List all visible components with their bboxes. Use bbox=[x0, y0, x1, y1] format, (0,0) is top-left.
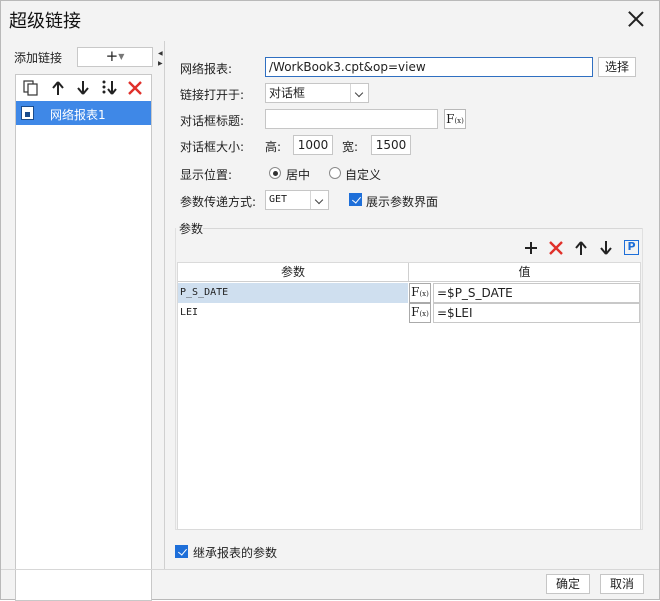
width-label: 宽: bbox=[342, 140, 359, 154]
delete-icon[interactable] bbox=[126, 79, 144, 97]
move-up-icon[interactable] bbox=[49, 79, 67, 97]
formula-icon[interactable]: F(x) bbox=[409, 283, 431, 303]
report-label: 网络报表: bbox=[180, 62, 233, 76]
height-input[interactable]: 1000 bbox=[293, 135, 333, 155]
open-in-value: 对话框 bbox=[269, 86, 306, 100]
param-value-cell[interactable]: =$LEI bbox=[433, 303, 640, 323]
position-custom-label: 自定义 bbox=[345, 168, 382, 182]
dialog-title-label: 对话框标题: bbox=[180, 114, 245, 128]
plus-icon: + bbox=[105, 47, 119, 65]
choose-button[interactable]: 选择 bbox=[598, 57, 636, 77]
width-input[interactable]: 1500 bbox=[371, 135, 411, 155]
close-icon[interactable] bbox=[625, 8, 647, 30]
position-custom-radio[interactable] bbox=[329, 167, 341, 179]
param-name-cell[interactable]: LEI bbox=[178, 303, 408, 323]
list-item[interactable]: 网络报表1 bbox=[16, 101, 151, 125]
open-in-label: 链接打开于: bbox=[180, 88, 245, 102]
report-path-input[interactable]: /WorkBook3.cpt&op=view bbox=[265, 57, 593, 77]
dialog-title: 超级链接 bbox=[9, 11, 81, 32]
title-bar: 超级链接 bbox=[1, 1, 659, 37]
param-value-cell[interactable]: =$P_S_DATE bbox=[433, 283, 640, 303]
footer-divider bbox=[1, 569, 659, 570]
height-label: 高: bbox=[265, 140, 282, 154]
show-param-ui-checkbox[interactable] bbox=[349, 193, 362, 206]
inherit-params-label: 继承报表的参数 bbox=[193, 546, 278, 560]
move-param-up-icon[interactable] bbox=[572, 239, 590, 257]
copy-icon[interactable] bbox=[22, 79, 40, 97]
param-p-icon[interactable]: P bbox=[624, 240, 639, 255]
cancel-button[interactable]: 取消 bbox=[600, 574, 644, 594]
add-link-label: 添加链接 bbox=[14, 51, 63, 65]
show-param-ui-label: 展示参数界面 bbox=[366, 195, 439, 209]
list-item-label: 网络报表1 bbox=[50, 108, 106, 122]
table-row[interactable]: P_S_DATE F(x) =$P_S_DATE bbox=[178, 283, 640, 303]
position-center-label: 居中 bbox=[286, 168, 311, 182]
dialog-title-input[interactable] bbox=[265, 109, 438, 129]
dropdown-caret-icon: ▼ bbox=[118, 52, 125, 61]
link-settings-panel: 网络报表: /WorkBook3.cpt&op=view 选择 链接打开于: 对… bbox=[169, 41, 649, 571]
delete-param-icon[interactable] bbox=[547, 239, 565, 257]
panel-divider[interactable] bbox=[164, 41, 165, 569]
formula-icon[interactable]: F(x) bbox=[409, 303, 431, 323]
table-row[interactable]: LEI F(x) =$LEI bbox=[178, 303, 640, 323]
add-link-button[interactable]: +▼ bbox=[77, 47, 153, 67]
value-column-header: 值 bbox=[409, 263, 640, 282]
sort-icon[interactable] bbox=[100, 79, 118, 97]
add-param-icon[interactable] bbox=[522, 239, 540, 257]
move-param-down-icon[interactable] bbox=[597, 239, 615, 257]
param-column-header: 参数 bbox=[178, 263, 409, 282]
position-label: 显示位置: bbox=[180, 168, 233, 182]
link-list: 网络报表1 bbox=[15, 74, 152, 601]
dialog-size-label: 对话框大小: bbox=[180, 140, 245, 154]
position-center-radio[interactable] bbox=[269, 167, 281, 179]
report-icon bbox=[21, 106, 34, 120]
hyperlink-dialog: 超级链接 添加链接 +▼ 网络报表1 ◀ ▶ 网络报表: /WorkBook3.… bbox=[0, 0, 660, 601]
param-method-value: GET bbox=[269, 194, 288, 205]
formula-icon[interactable]: F(x) bbox=[444, 109, 466, 129]
link-list-toolbar bbox=[16, 75, 151, 101]
param-method-select[interactable]: GET bbox=[265, 190, 329, 210]
param-method-label: 参数传递方式: bbox=[180, 195, 257, 209]
move-down-icon[interactable] bbox=[74, 79, 92, 97]
ok-button[interactable]: 确定 bbox=[546, 574, 590, 594]
param-name-cell[interactable]: P_S_DATE bbox=[178, 283, 408, 303]
open-in-select[interactable]: 对话框 bbox=[265, 83, 369, 103]
inherit-params-checkbox[interactable] bbox=[175, 545, 188, 558]
chevron-down-icon bbox=[310, 191, 328, 209]
link-list-panel: 添加链接 +▼ 网络报表1 bbox=[7, 41, 157, 601]
chevron-down-icon bbox=[350, 84, 368, 102]
params-table: 参数 值 P_S_DATE F(x) =$P_S_DATE LEI F(x) =… bbox=[177, 262, 641, 530]
